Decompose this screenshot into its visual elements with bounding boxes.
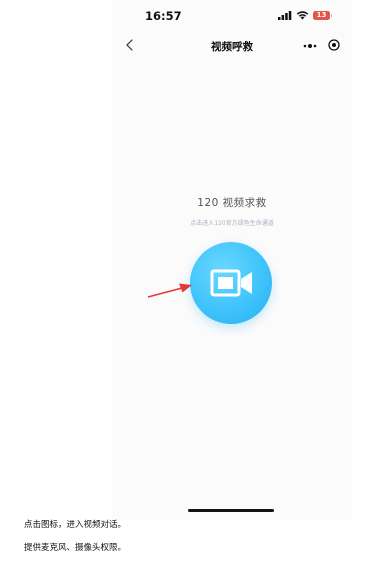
caption-line-2: 提供麦克风、摄像头权限。 (24, 543, 127, 553)
status-icons: 13 (278, 10, 332, 20)
content-subtitle: 点击进入120官方绿色生命通道 (190, 220, 274, 227)
status-bar: 16:57 13 (112, 0, 352, 30)
video-call-button[interactable] (190, 242, 272, 324)
more-icon (303, 44, 317, 48)
target-icon (328, 39, 340, 51)
close-miniprogram-button[interactable] (326, 37, 342, 53)
home-indicator (188, 509, 274, 512)
wifi-icon (296, 11, 309, 20)
battery-level: 13 (316, 10, 327, 19)
caption-line-1: 点击图标，进入视频对话。 (24, 520, 127, 530)
nav-bar: 视频呼救 (112, 30, 352, 60)
battery-icon: 13 (313, 10, 332, 20)
phone-screen: 16:57 13 视频呼救 120 视频求救 点击进入120官方绿色生命通道 (112, 0, 352, 520)
status-time: 16:57 (145, 9, 182, 23)
more-button[interactable] (302, 38, 318, 52)
signal-icon (278, 10, 292, 20)
content-title: 120 视频求救 (197, 197, 267, 209)
annotation-arrow-icon (147, 283, 192, 298)
video-camera-icon (210, 269, 252, 297)
